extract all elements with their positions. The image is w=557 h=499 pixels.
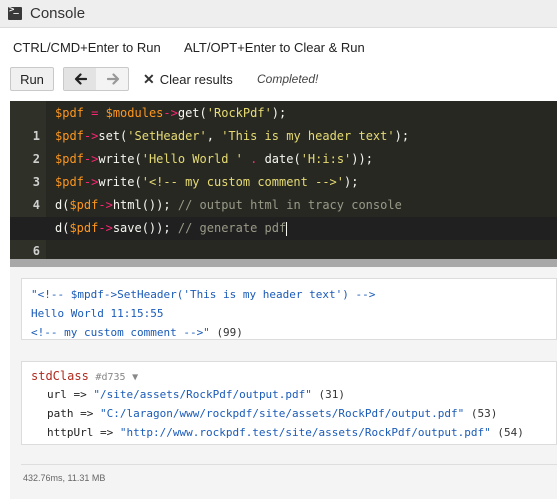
dump-line: <!-- my custom comment -->" (99): [31, 323, 243, 342]
status-text: Completed!: [257, 72, 319, 86]
divider: [21, 464, 557, 465]
object-property: url => "/site/assets/RockPdf/output.pdf"…: [47, 388, 346, 401]
code-line-active[interactable]: 6 d($pdf->save()); // generate pdf: [10, 217, 557, 258]
code-text: d($pdf->html()); // output html in tracy…: [55, 198, 402, 212]
code-editor[interactable]: 1 $pdf = $modules->get('RockPdf'); 2 $pd…: [10, 101, 557, 259]
resize-handle[interactable]: [10, 259, 557, 267]
code-line[interactable]: 4 $pdf->write('<!-- my custom comment --…: [10, 171, 557, 212]
property-length: (53): [470, 407, 498, 420]
code-text: $pdf->set('SetHeader', 'This is my heade…: [55, 129, 410, 143]
code-line[interactable]: 2 $pdf->set('SetHeader', 'This is my hea…: [10, 125, 557, 166]
property-value: "/site/assets/RockPdf/output.pdf": [93, 388, 312, 401]
execution-stats: 432.76ms, 11.31 MB: [23, 473, 106, 483]
run-button[interactable]: Run: [10, 67, 54, 91]
results-panel: "<!-- $mpdf->SetHeader('This is my heade…: [10, 267, 557, 499]
property-key: url: [47, 388, 67, 401]
hint-run: CTRL/CMD+Enter to Run: [13, 40, 161, 55]
history-back-button[interactable]: [64, 68, 96, 90]
window-title: Console: [30, 5, 86, 22]
dump-line-text: <!-- my custom comment -->": [31, 326, 210, 339]
object-property: path => "C:/laragon/www/rockpdf/site/ass…: [47, 407, 498, 420]
property-key: path: [47, 407, 74, 420]
code-text: $pdf->write('<!-- my custom comment -->'…: [55, 175, 359, 189]
property-length: (54): [497, 426, 524, 439]
object-id: #d735: [95, 372, 126, 383]
code-text: $pdf->write('Hello World ' . date('H:i:s…: [55, 152, 373, 166]
object-property: httpUrl => "http://www.rockpdf.test/site…: [47, 426, 524, 439]
code-text: $pdf = $modules->get('RockPdf');: [55, 106, 287, 120]
dump-line: Hello World 11:15:55: [31, 307, 164, 320]
title-bar: Console: [0, 0, 557, 28]
arrow-left-icon: [74, 73, 87, 85]
terminal-icon: [8, 5, 22, 20]
shortcut-hints: CTRL/CMD+Enter to Run ALT/OPT+Enter to C…: [13, 40, 365, 55]
clear-results-button[interactable]: ✕ Clear results: [143, 67, 233, 91]
property-key: httpUrl: [47, 426, 94, 439]
code-line[interactable]: 3 $pdf->write('Hello World ' . date('H:i…: [10, 148, 557, 189]
property-value: "http://www.rockpdf.test/site/assets/Roc…: [119, 426, 491, 439]
property-value: "C:/laragon/www/rockpdf/site/assets/Rock…: [100, 407, 465, 420]
dump-line: "<!-- $mpdf->SetHeader('This is my heade…: [31, 288, 376, 301]
history-forward-button[interactable]: [97, 68, 129, 90]
class-name: stdClass: [31, 369, 89, 383]
toolbar: Run ✕ Clear results Completed!: [10, 67, 550, 91]
close-icon: ✕: [143, 70, 155, 87]
clear-results-label: Clear results: [159, 71, 233, 87]
code-text: d($pdf->save()); // generate pdf: [55, 221, 288, 236]
history-nav: [63, 67, 129, 91]
object-header[interactable]: stdClass #d735 ▼: [31, 367, 138, 387]
dump-object-output: stdClass #d735 ▼ url => "/site/assets/Ro…: [21, 361, 557, 445]
string-length: (99): [216, 326, 243, 339]
code-line[interactable]: 1 $pdf = $modules->get('RockPdf');: [10, 102, 557, 143]
property-length: (31): [318, 388, 346, 401]
hint-clear-run: ALT/OPT+Enter to Clear & Run: [184, 40, 365, 55]
code-line[interactable]: 5 d($pdf->html()); // output html in tra…: [10, 194, 557, 235]
caret-down-icon[interactable]: ▼: [132, 372, 138, 383]
dump-string-output: "<!-- $mpdf->SetHeader('This is my heade…: [21, 278, 557, 340]
arrow-right-icon: [106, 73, 119, 85]
text-cursor: [286, 221, 288, 236]
